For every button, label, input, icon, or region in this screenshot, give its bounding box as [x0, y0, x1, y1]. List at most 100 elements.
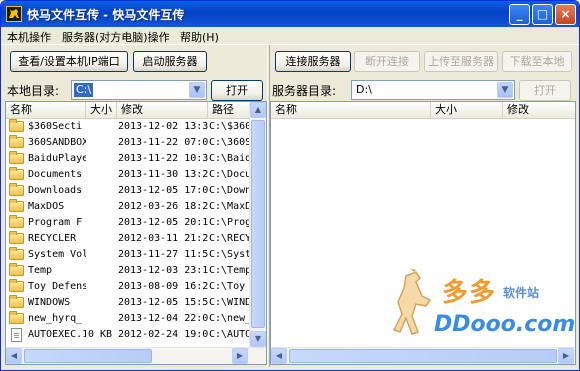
- file-name: RECYCLER: [28, 233, 77, 244]
- table-row[interactable]: RECYCLER 2012-03-11 21:29C:\RECYC: [6, 231, 250, 247]
- local-dir-value: C:\: [74, 83, 94, 97]
- file-size: 0 KB: [88, 329, 113, 340]
- local-open-button[interactable]: 打开: [211, 80, 263, 101]
- table-row[interactable]: Temp 2013-12-03 23:18 C:\Temp: [6, 263, 250, 279]
- folder-icon: [9, 231, 24, 244]
- connect-server-button[interactable]: 连接服务器: [275, 51, 351, 72]
- local-hscroll-thumb[interactable]: [24, 349, 152, 363]
- folder-icon: [9, 279, 24, 292]
- file-path: C:\Progr: [209, 217, 250, 228]
- file-name: 360SANDBOX: [28, 137, 86, 148]
- file-name: Downloads: [28, 185, 83, 196]
- server-dir-combo[interactable]: D:\ ▼: [351, 80, 515, 100]
- download-button[interactable]: 下载至本地: [502, 51, 572, 72]
- local-dir-combo[interactable]: C:\ ▼: [71, 80, 207, 100]
- file-modified: 2013-12-02 13:35: [118, 121, 208, 132]
- file-path: C:\Toy D: [209, 281, 250, 292]
- server-dir-label: 服务器目录:: [272, 84, 337, 98]
- chevron-down-icon[interactable]: ▼: [189, 82, 205, 98]
- col-modified[interactable]: 修改: [117, 102, 208, 119]
- file-name: $360Secti: [28, 121, 83, 132]
- menu-server-ops[interactable]: 服务器(对方电脑)操作: [62, 29, 170, 45]
- folder-icon: [9, 247, 24, 260]
- minimize-button[interactable]: _: [509, 4, 530, 25]
- server-hscrollbar[interactable]: ◀ ▶: [271, 347, 575, 364]
- local-hscrollbar[interactable]: ◀ ▶: [6, 347, 266, 364]
- title-bar[interactable]: 快马文件互传 - 快马文件互传 _ □ ×: [1, 1, 579, 27]
- file-modified: 2012-02-24 19:04: [118, 329, 208, 340]
- close-icon: ×: [560, 7, 571, 21]
- scroll-down-icon[interactable]: ▼: [250, 331, 266, 347]
- col-modified[interactable]: 修改: [503, 102, 575, 119]
- maximize-icon: □: [536, 7, 549, 21]
- local-vscrollbar[interactable]: ▲ ▼: [249, 102, 266, 348]
- file-path: C:\AUTOE: [209, 329, 250, 340]
- file-icon: [11, 328, 22, 342]
- window-title: 快马文件互传 - 快马文件互传: [27, 8, 185, 22]
- table-row[interactable]: Program F 2013-12-05 20:14C:\Progr: [6, 215, 250, 231]
- server-hscroll-thumb[interactable]: [289, 349, 557, 363]
- local-list-header: 名称 大小 修改 路径: [6, 102, 266, 119]
- menu-help[interactable]: 帮助(H): [180, 29, 219, 45]
- table-row[interactable]: new_hyrq_ 2013-12-04 22:00C:\new_h: [6, 311, 250, 327]
- disconnect-button[interactable]: 断开连接: [354, 51, 420, 72]
- folder-icon: [9, 119, 24, 132]
- file-path: C:\Syste: [209, 249, 250, 260]
- table-row[interactable]: Downloads 2013-12-05 17:09C:\Downl: [6, 183, 250, 199]
- view-ip-button[interactable]: 查看/设置本机IP端口: [10, 51, 128, 72]
- col-name[interactable]: 名称: [271, 102, 431, 119]
- table-row[interactable]: MaxDOS 2012-03-26 18:22C:\MaxDO: [6, 199, 250, 215]
- file-modified: 2013-12-05 20:14: [118, 217, 208, 228]
- file-modified: 2012-03-26 18:22: [118, 201, 208, 212]
- folder-icon: [9, 135, 24, 148]
- file-path: C:\Baidu: [209, 153, 250, 164]
- file-modified: 2013-12-05 17:09: [118, 185, 208, 196]
- scroll-left-icon[interactable]: ◀: [271, 348, 287, 364]
- file-name: Program F: [28, 217, 83, 228]
- folder-icon: [9, 167, 24, 180]
- file-name: Toy Defens: [28, 281, 86, 292]
- table-row[interactable]: AUTOEXEC.10 KB 2012-02-24 19:04C:\AUTOE: [6, 327, 250, 343]
- horse-app-icon[interactable]: [6, 6, 22, 22]
- scroll-left-icon[interactable]: ◀: [6, 348, 22, 364]
- col-name[interactable]: 名称: [6, 102, 86, 119]
- file-modified: 2013-12-04 22:00: [118, 313, 208, 324]
- server-dir-value: D:\: [356, 83, 372, 96]
- file-path: C:\Docum: [209, 169, 250, 180]
- upload-button[interactable]: 上传至服务器: [424, 51, 498, 72]
- table-row[interactable]: System Vol 2013-11-27 11:50C:\Syste: [6, 247, 250, 263]
- start-server-button[interactable]: 启动服务器: [133, 51, 207, 72]
- file-name: Documents: [28, 169, 83, 180]
- table-row[interactable]: Toy Defens 2013-08-09 16:26C:\Toy D: [6, 279, 250, 295]
- table-row[interactable]: 360SANDBOX 2013-11-22 07:02C:\360SA: [6, 135, 250, 151]
- local-vscroll-thumb[interactable]: [251, 120, 265, 328]
- file-modified: 2013-11-22 07:02: [118, 137, 208, 148]
- table-row[interactable]: BaiduPlaye 2013-11-22 10:33C:\Baidu: [6, 151, 250, 167]
- table-row[interactable]: Documents 2013-11-30 13:24C:\Docum: [6, 167, 250, 183]
- menu-local-ops[interactable]: 本机操作: [7, 29, 51, 45]
- folder-icon: [9, 263, 24, 276]
- file-path: C:\MaxDO: [209, 201, 250, 212]
- maximize-button[interactable]: □: [532, 4, 553, 25]
- minimize-icon: _: [516, 7, 523, 21]
- file-modified: 2013-12-05 15:58: [118, 297, 208, 308]
- scroll-right-icon[interactable]: ▶: [558, 348, 574, 364]
- file-name: MaxDOS: [28, 201, 65, 212]
- server-open-button[interactable]: 打开: [519, 80, 571, 101]
- scroll-up-icon[interactable]: ▲: [250, 102, 266, 118]
- col-path[interactable]: 路径: [208, 102, 250, 119]
- file-path: C:\$360S: [209, 121, 250, 132]
- menu-bar: 本机操作 服务器(对方电脑)操作 帮助(H): [1, 27, 579, 45]
- table-row[interactable]: WINDOWS 2013-12-05 15:58C:\WINDO: [6, 295, 250, 311]
- local-file-list[interactable]: 名称 大小 修改 路径 $360Secti 2013-12-02 13:35 C:\…: [5, 101, 267, 365]
- table-row[interactable]: $360Secti 2013-12-02 13:35C:\$360S: [6, 119, 250, 135]
- file-path: C:\Temp: [209, 265, 250, 276]
- close-button[interactable]: ×: [555, 4, 576, 25]
- col-size[interactable]: 大小: [431, 102, 503, 119]
- watermark-sub: 软件站: [503, 286, 540, 300]
- chevron-down-icon[interactable]: ▼: [497, 82, 513, 98]
- col-size[interactable]: 大小: [86, 102, 117, 119]
- folder-icon: [9, 151, 24, 164]
- scroll-right-icon[interactable]: ▶: [232, 348, 248, 364]
- local-dir-label: 本地目录:: [7, 84, 60, 98]
